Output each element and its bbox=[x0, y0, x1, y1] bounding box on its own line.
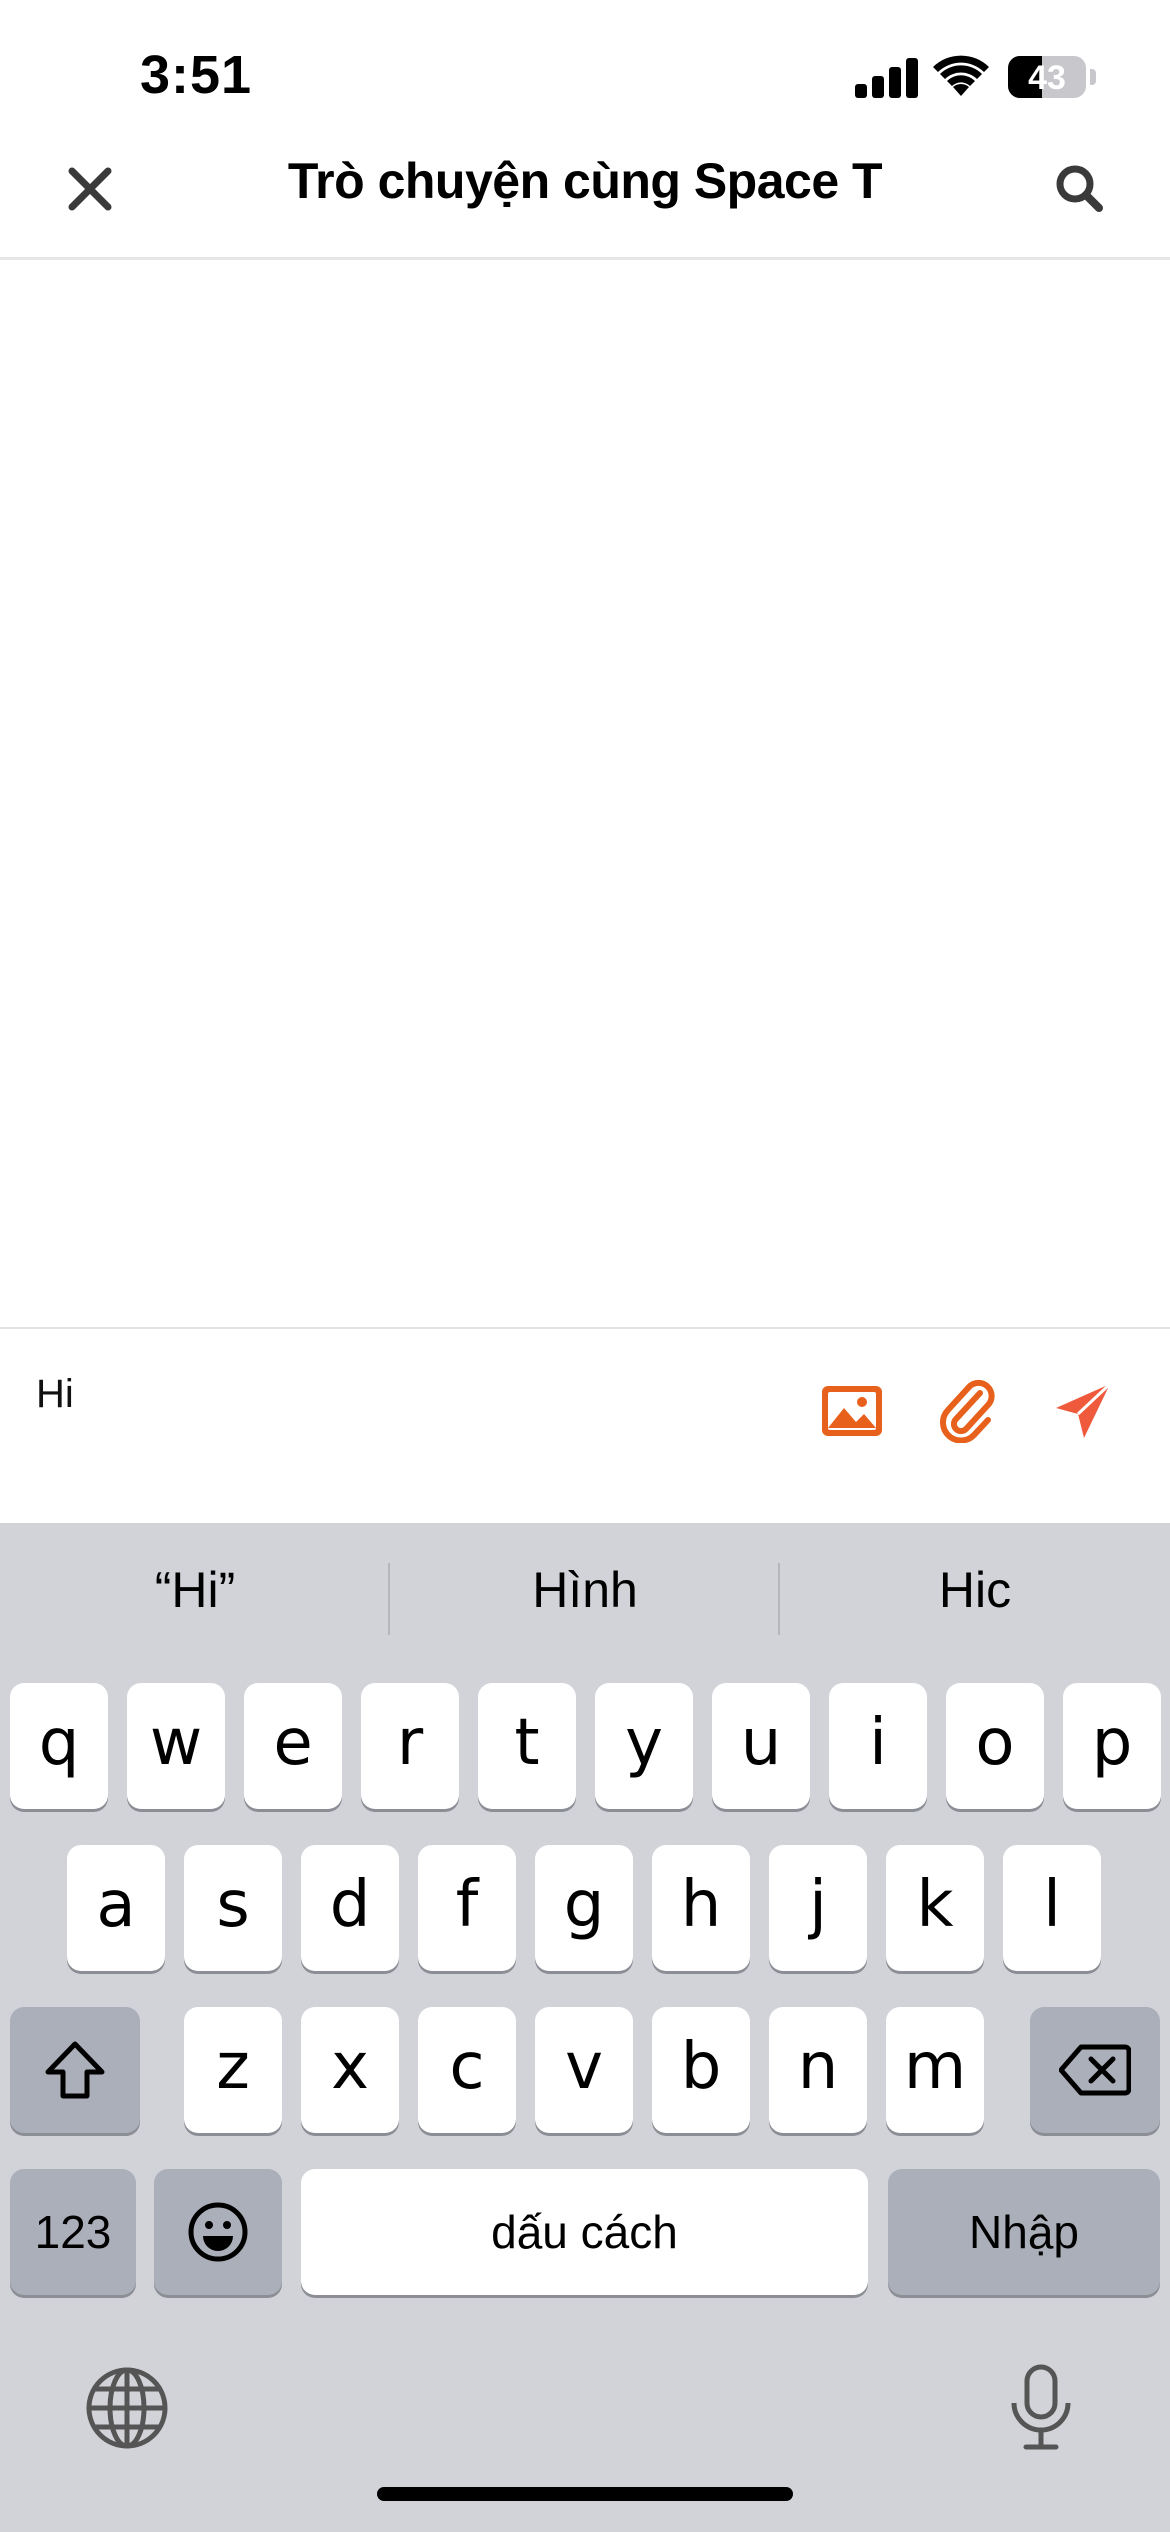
emoji-key[interactable] bbox=[154, 2169, 282, 2295]
key-label: s bbox=[216, 1868, 250, 1942]
key-label: r bbox=[396, 1706, 424, 1780]
backspace-icon bbox=[1059, 2044, 1131, 2096]
search-icon bbox=[1056, 165, 1103, 212]
suggestion-item[interactable]: Hic bbox=[780, 1561, 1170, 1619]
key-label: l bbox=[1043, 1868, 1061, 1942]
key-z[interactable]: z bbox=[184, 2007, 282, 2133]
key-label: u bbox=[740, 1706, 782, 1780]
key-e[interactable]: e bbox=[244, 1683, 342, 1809]
send-icon bbox=[1056, 1382, 1112, 1438]
key-k[interactable]: k bbox=[886, 1845, 984, 1971]
key-d[interactable]: d bbox=[301, 1845, 399, 1971]
shift-icon bbox=[45, 2041, 105, 2099]
key-label: a bbox=[96, 1868, 136, 1942]
key-label: v bbox=[565, 2030, 603, 2104]
key-label: p bbox=[1091, 1706, 1133, 1780]
microphone-icon[interactable] bbox=[996, 2363, 1086, 2453]
key-label: h bbox=[680, 1868, 722, 1942]
key-i[interactable]: i bbox=[829, 1683, 927, 1809]
key-label: x bbox=[331, 2030, 369, 2104]
key-r[interactable]: r bbox=[361, 1683, 459, 1809]
key-label: t bbox=[514, 1706, 540, 1780]
space-key[interactable]: dấu cách bbox=[301, 2169, 868, 2295]
message-composer bbox=[0, 1327, 1170, 1523]
paperclip-icon bbox=[939, 1379, 995, 1443]
home-indicator[interactable] bbox=[377, 2487, 793, 2501]
key-label: g bbox=[563, 1868, 605, 1942]
battery-cap bbox=[1090, 69, 1096, 85]
message-input[interactable] bbox=[36, 1359, 776, 1429]
suggestion-item[interactable]: “Hi” bbox=[0, 1561, 390, 1619]
key-c[interactable]: c bbox=[418, 2007, 516, 2133]
backspace-key[interactable] bbox=[1030, 2007, 1160, 2133]
key-h[interactable]: h bbox=[652, 1845, 750, 1971]
key-label: n bbox=[797, 2030, 839, 2104]
image-icon bbox=[822, 1386, 882, 1436]
enter-key[interactable]: Nhập bbox=[888, 2169, 1160, 2295]
key-l[interactable]: l bbox=[1003, 1845, 1101, 1971]
key-m[interactable]: m bbox=[886, 2007, 984, 2133]
key-label: c bbox=[449, 2030, 485, 2104]
key-label: k bbox=[916, 1868, 954, 1942]
shift-key[interactable] bbox=[10, 2007, 140, 2133]
battery-icon: 43 bbox=[1008, 56, 1086, 98]
key-u[interactable]: u bbox=[712, 1683, 810, 1809]
key-b[interactable]: b bbox=[652, 2007, 750, 2133]
key-s[interactable]: s bbox=[184, 1845, 282, 1971]
chat-header: Trò chuyện cùng Space T bbox=[0, 140, 1170, 260]
key-label: f bbox=[455, 1868, 479, 1942]
key-label: i bbox=[869, 1706, 887, 1780]
keyboard: “Hi” Hình Hic qwe r t y u i o p a s d f g h j k l z x c v b nm… bbox=[0, 1523, 1170, 2532]
search-button[interactable] bbox=[1045, 154, 1115, 224]
key-label: y bbox=[625, 1706, 663, 1780]
key-p[interactable]: p bbox=[1063, 1683, 1161, 1809]
key-v[interactable]: v bbox=[535, 2007, 633, 2133]
predictive-bar: “Hi” Hình Hic bbox=[0, 1523, 1170, 1673]
status-bar: 3:51 43 bbox=[0, 0, 1170, 140]
key-g[interactable]: g bbox=[535, 1845, 633, 1971]
key-label: b bbox=[680, 2030, 722, 2104]
status-time: 3:51 bbox=[140, 45, 253, 105]
key-label: z bbox=[216, 2030, 250, 2104]
key-a[interactable]: a bbox=[67, 1845, 165, 1971]
key-label: m bbox=[903, 2030, 967, 2104]
key-f[interactable]: f bbox=[418, 1845, 516, 1971]
key-label: e bbox=[273, 1706, 313, 1780]
key-label: q bbox=[38, 1706, 80, 1780]
attach-button[interactable] bbox=[930, 1373, 1006, 1449]
cellular-signal-icon bbox=[855, 58, 918, 98]
key-j[interactable]: j bbox=[769, 1845, 867, 1971]
key-x[interactable]: x bbox=[301, 2007, 399, 2133]
key-label: d bbox=[329, 1868, 371, 1942]
suggestion-item[interactable]: Hình bbox=[390, 1561, 780, 1619]
globe-icon[interactable] bbox=[82, 2363, 172, 2453]
key-t[interactable]: t bbox=[478, 1683, 576, 1809]
key-label: j bbox=[809, 1868, 827, 1942]
chat-messages-area[interactable] bbox=[0, 262, 1170, 1327]
key-label: o bbox=[975, 1706, 1015, 1780]
numbers-key[interactable]: 123 bbox=[10, 2169, 136, 2295]
key-w[interactable]: w bbox=[127, 1683, 225, 1809]
battery-percent: 43 bbox=[1028, 59, 1066, 97]
key-label: w bbox=[149, 1706, 203, 1780]
wifi-icon bbox=[933, 55, 989, 96]
key-y[interactable]: y bbox=[595, 1683, 693, 1809]
send-button[interactable] bbox=[1045, 1373, 1121, 1449]
image-button[interactable] bbox=[814, 1373, 890, 1449]
page-title: Trò chuyện cùng Space T bbox=[287, 153, 883, 209]
key-n[interactable]: n bbox=[769, 2007, 867, 2133]
key-o[interactable]: o bbox=[946, 1683, 1044, 1809]
emoji-icon bbox=[188, 2202, 248, 2262]
key-q[interactable]: q bbox=[10, 1683, 108, 1809]
